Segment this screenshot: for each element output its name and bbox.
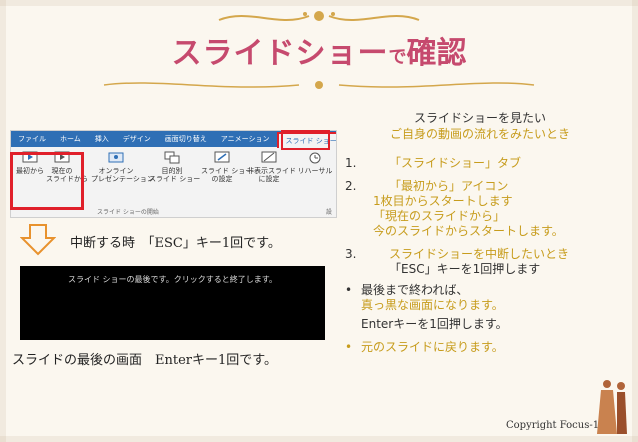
bullet-text: 元のスライドに戻ります。 <box>361 340 504 354</box>
hide-slide-button[interactable]: 非表示スライド に設定 <box>247 151 296 183</box>
online-presentation-button[interactable]: オンライン プレゼンテーション <box>91 151 154 183</box>
step-text: スライドショーを中断したいとき <box>389 247 570 261</box>
rehearse-button[interactable]: リハーサル <box>293 151 336 175</box>
end-of-show-text: スライド ショーの最後です。クリックすると終了します。 <box>68 275 277 284</box>
custom-label-1: 目的別 <box>161 167 183 175</box>
bullet-text: Enterキーを1回押します。 <box>361 317 508 331</box>
bullet-dot: • <box>345 283 353 297</box>
step-text: 「スライドショー」タブ <box>389 156 522 170</box>
steps-list: 1. 「スライドショー」タブ 2. 「最初から」アイコン 1枚目からスタートしま… <box>345 156 635 359</box>
setup-label-1: スライド ショー <box>201 167 253 175</box>
copyright-footer: Copyright Focus-1 <box>506 420 600 431</box>
step-detail: 「現在のスライドから」 <box>373 209 506 223</box>
down-arrow-icon <box>20 224 56 256</box>
online-label-1: オンライン <box>98 167 134 175</box>
tab-file[interactable]: ファイル <box>11 134 53 144</box>
title-main: スライドショー <box>171 36 389 71</box>
subheading-text: ご自身の動画の流れをみたいとき <box>389 127 570 141</box>
bullet-text: 最後まで終われば、 <box>361 283 469 297</box>
interrupt-caption: 中断する時 「ESC」キー1回です。 <box>70 236 281 251</box>
step-number: 3. <box>345 247 357 261</box>
highlight-slideshow-tab <box>281 130 330 150</box>
tab-insert[interactable]: 挿入 <box>88 134 116 144</box>
last-screen-caption: スライドの最後の画面 Enterキー1回です。 <box>12 353 277 368</box>
tab-home[interactable]: ホーム <box>53 134 88 144</box>
custom-slideshow-button[interactable]: 目的別 スライド ショー <box>149 151 200 183</box>
step-detail: 1枚目からスタートします <box>373 194 513 208</box>
page-title: スライドショーで確認 <box>0 28 638 72</box>
group-start-label: スライド ショーの開始 <box>97 209 159 216</box>
tab-animations[interactable]: アニメーション <box>214 134 277 144</box>
step-number: 1. <box>345 156 357 170</box>
tab-transitions[interactable]: 画面切り替え <box>158 134 214 144</box>
heading-text: スライドショーを見たい <box>413 111 546 125</box>
list-item: 1. 「スライドショー」タブ <box>345 156 635 171</box>
online-presentation-icon <box>108 152 124 163</box>
wedding-couple-icon <box>597 380 627 434</box>
list-item: • 元のスライドに戻ります。 <box>345 340 635 355</box>
custom-slideshow-icon <box>164 151 180 164</box>
online-label-2: プレゼンテーション <box>91 175 154 183</box>
group-setup-label: 設 <box>326 209 333 216</box>
step-number: 2. <box>345 179 357 193</box>
step-detail: 今のスライドからスタートします。 <box>373 224 564 238</box>
setup-slideshow-button[interactable]: スライド ショー の設定 <box>201 151 252 183</box>
hide-label-2: に設定 <box>258 175 280 183</box>
highlight-start-buttons <box>10 152 84 210</box>
list-item: 2. 「最初から」アイコン 1枚目からスタートします 「現在のスライドから」 今… <box>345 179 635 239</box>
title-end: 確認 <box>406 36 467 71</box>
bullet-dot: • <box>345 340 353 354</box>
right-heading: スライドショーを見たい ご自身の動画の流れをみたいとき <box>340 110 620 142</box>
end-of-show-screen: スライド ショーの最後です。クリックすると終了します。 <box>20 266 325 340</box>
tab-design[interactable]: デザイン <box>116 134 158 144</box>
bottom-border <box>0 436 638 442</box>
ornament-top-icon <box>218 11 420 21</box>
rehearse-timer-icon <box>309 152 321 164</box>
list-item: • 最後まで終われば、 真っ黒な画面になります。 Enterキーを1回押します。 <box>345 283 635 332</box>
title-particle: で <box>388 47 407 68</box>
hide-label-1: 非表示スライド <box>247 167 296 175</box>
step-detail: 「ESC」キーを1回押します <box>389 262 541 276</box>
rehearse-label: リハーサル <box>297 167 333 175</box>
ornament-bottom-icon <box>103 81 535 89</box>
custom-label-2: スライド ショー <box>149 175 201 183</box>
step-text: 「最初から」アイコン <box>389 179 509 193</box>
setup-slideshow-icon <box>214 151 230 163</box>
list-item: 3. スライドショーを中断したいとき 「ESC」キーを1回押します <box>345 247 635 277</box>
hide-slide-icon <box>261 151 277 163</box>
bullet-text: 真っ黒な画面になります。 <box>361 298 504 312</box>
setup-label-2: の設定 <box>211 175 233 183</box>
